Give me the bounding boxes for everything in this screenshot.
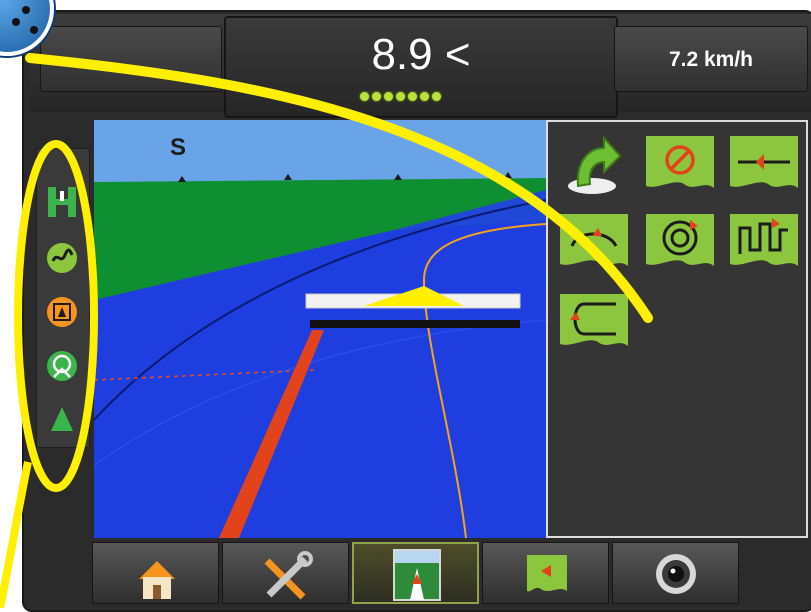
mark-point-icon[interactable]: [45, 401, 79, 435]
cancel-guidance-icon[interactable]: [644, 132, 716, 192]
led-indicator: [408, 92, 417, 101]
led-indicator: [432, 92, 441, 101]
speed-box[interactable]: 7.2 km/h: [614, 26, 808, 92]
mark-guidance-tab[interactable]: [482, 542, 609, 604]
guidance-led-bar: [360, 92, 441, 104]
status-left-box[interactable]: [40, 26, 222, 92]
straight-ab-icon[interactable]: [728, 132, 800, 192]
circle-pivot-icon[interactable]: [644, 210, 716, 270]
guidance-mode-panel: [546, 120, 808, 538]
bottom-tab-bar: [92, 542, 782, 604]
guidance-mode-icon[interactable]: [45, 241, 79, 275]
back-return-icon[interactable]: [558, 128, 630, 194]
guidance-view-tab[interactable]: [352, 542, 479, 604]
tools-tab[interactable]: [222, 542, 349, 604]
cross-track-box: 8.9 <: [224, 16, 618, 118]
led-indicator: [360, 92, 369, 101]
speed-readout: 7.2 km/h: [668, 48, 754, 71]
compass-heading: S: [170, 134, 187, 161]
led-indicator: [396, 92, 405, 101]
adaptive-curve-icon[interactable]: [558, 210, 630, 270]
camera-tab[interactable]: [612, 542, 739, 604]
cross-track-value: 8.9 <: [371, 30, 471, 79]
home-tab[interactable]: [92, 542, 219, 604]
guidance-map[interactable]: S: [94, 120, 546, 538]
view-toggle-icon[interactable]: [45, 295, 79, 329]
left-sidebar: [36, 148, 90, 448]
last-pass-icon[interactable]: [728, 210, 800, 270]
headland-icon[interactable]: [558, 290, 630, 350]
straight-ab-line-icon[interactable]: [45, 185, 79, 219]
steering-engage-icon[interactable]: [45, 349, 79, 383]
led-indicator: [372, 92, 381, 101]
led-indicator: [384, 92, 393, 101]
led-indicator: [420, 92, 429, 101]
